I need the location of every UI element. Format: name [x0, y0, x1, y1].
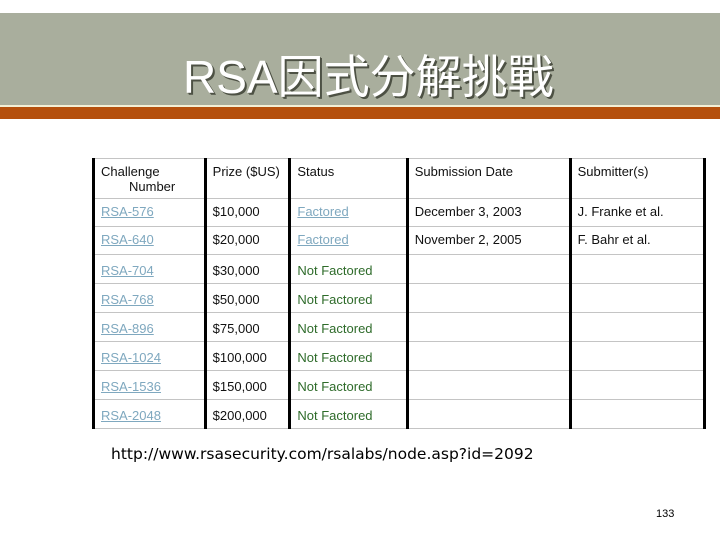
- cell-submission-date: [405, 312, 572, 342]
- cell-prize: $100,000: [203, 341, 292, 371]
- cell-submission-date: [405, 254, 572, 284]
- cell-submission-date: [405, 341, 572, 371]
- cell-submission-date: [405, 399, 572, 429]
- cell-status: Not Factored: [288, 283, 409, 313]
- header-challenge-number: Challenge Number: [92, 158, 207, 199]
- table-header-row: Challenge Number Prize ($US) Status Subm…: [92, 158, 707, 199]
- status-link[interactable]: Factored: [297, 232, 348, 247]
- challenge-link[interactable]: RSA-576: [101, 204, 154, 219]
- challenge-link[interactable]: RSA-768: [101, 292, 154, 307]
- prize-value: $50,000: [212, 292, 260, 307]
- cell-challenge-number: RSA-1024: [92, 341, 207, 371]
- prize-value: $10,000: [212, 204, 260, 219]
- cell-submitters: [568, 254, 707, 284]
- cell-challenge-number: RSA-576: [92, 198, 207, 227]
- table-row: RSA-1024 $100,000 Not Factored: [92, 341, 707, 371]
- table-row: RSA-896 $75,000 Not Factored: [92, 312, 707, 342]
- cell-submitters: [568, 399, 707, 429]
- cell-prize: $75,000: [203, 312, 292, 342]
- cell-status: Not Factored: [288, 254, 409, 284]
- table-row: RSA-768 $50,000 Not Factored: [92, 283, 707, 313]
- cell-challenge-number: RSA-1536: [92, 370, 207, 400]
- cell-submitters: J. Franke et al.: [568, 198, 707, 227]
- page-number: 133: [656, 508, 675, 520]
- header-submitters: Submitter(s): [568, 158, 707, 199]
- slide-title: RSA因式分解挑戰: [183, 51, 554, 103]
- status-text: Not Factored: [297, 350, 373, 365]
- cell-challenge-number: RSA-704: [92, 254, 207, 284]
- prize-value: $100,000: [212, 350, 267, 365]
- table-row: RSA-576 $10,000 Factored December 3, 2003 J.…: [92, 198, 707, 227]
- challenge-link[interactable]: RSA-640: [101, 232, 154, 247]
- cell-submitters: F. Bahr et al.: [568, 226, 707, 255]
- cell-submission-date: November 2, 2005: [405, 226, 572, 255]
- table-body: RSA-576 $10,000 Factored December 3, 2003 J.…: [92, 198, 707, 429]
- status-text: Not Factored: [297, 263, 373, 278]
- status-text: Not Factored: [297, 292, 373, 307]
- cell-prize: $10,000: [203, 198, 292, 227]
- challenge-link[interactable]: RSA-704: [101, 263, 154, 278]
- cell-prize: $50,000: [203, 283, 292, 313]
- header-challenge-line2: Number: [129, 179, 176, 194]
- accent-band: [0, 107, 720, 119]
- status-link[interactable]: Factored: [297, 204, 348, 219]
- prize-value: $30,000: [212, 263, 260, 278]
- cell-submission-date: December 3, 2003: [405, 198, 572, 227]
- submission-date: December 3, 2003: [414, 204, 522, 219]
- table-row: RSA-704 $30,000 Not Factored: [92, 254, 707, 284]
- cell-prize: $200,000: [203, 399, 292, 429]
- cell-prize: $20,000: [203, 226, 292, 255]
- table-row: RSA-640 $20,000 Factored November 2, 2005 F.…: [92, 226, 707, 255]
- cell-challenge-number: RSA-640: [92, 226, 207, 255]
- status-text: Not Factored: [297, 408, 373, 423]
- cell-status: Factored: [288, 198, 409, 227]
- challenge-link[interactable]: RSA-1536: [101, 379, 161, 394]
- challenge-link[interactable]: RSA-896: [101, 321, 154, 336]
- cell-status: Not Factored: [288, 312, 409, 342]
- status-text: Not Factored: [297, 379, 373, 394]
- prize-value: $20,000: [212, 232, 260, 247]
- cell-submission-date: [405, 370, 572, 400]
- table-row: RSA-1536 $150,000 Not Factored: [92, 370, 707, 400]
- challenge-link[interactable]: RSA-1024: [101, 350, 161, 365]
- cell-prize: $150,000: [203, 370, 292, 400]
- cell-submitters: [568, 370, 707, 400]
- challenge-link[interactable]: RSA-2048: [101, 408, 161, 423]
- cell-prize: $30,000: [203, 254, 292, 284]
- cell-challenge-number: RSA-896: [92, 312, 207, 342]
- cell-status: Not Factored: [288, 370, 409, 400]
- prize-value: $150,000: [212, 379, 267, 394]
- cell-status: Not Factored: [288, 399, 409, 429]
- status-text: Not Factored: [297, 321, 373, 336]
- cell-status: Factored: [288, 226, 409, 255]
- header-challenge-line1: Challenge: [101, 164, 160, 179]
- submitters: F. Bahr et al.: [577, 232, 651, 247]
- submission-date: November 2, 2005: [414, 232, 522, 247]
- cell-status: Not Factored: [288, 341, 409, 371]
- header-submission-date: Submission Date: [405, 158, 572, 199]
- prize-value: $200,000: [212, 408, 267, 423]
- cell-challenge-number: RSA-2048: [92, 399, 207, 429]
- prize-value: $75,000: [212, 321, 260, 336]
- submitters: J. Franke et al.: [577, 204, 664, 219]
- header-status: Status: [288, 158, 409, 199]
- cell-submitters: [568, 341, 707, 371]
- source-url: http://www.rsasecurity.com/rsalabs/node.…: [111, 445, 534, 463]
- table-row: RSA-2048 $200,000 Not Factored: [92, 399, 707, 429]
- cell-submitters: [568, 283, 707, 313]
- cell-challenge-number: RSA-768: [92, 283, 207, 313]
- cell-submitters: [568, 312, 707, 342]
- header-prize: Prize ($US): [203, 158, 292, 199]
- rsa-challenge-table: Challenge Number Prize ($US) Status Subm…: [92, 158, 707, 429]
- cell-submission-date: [405, 283, 572, 313]
